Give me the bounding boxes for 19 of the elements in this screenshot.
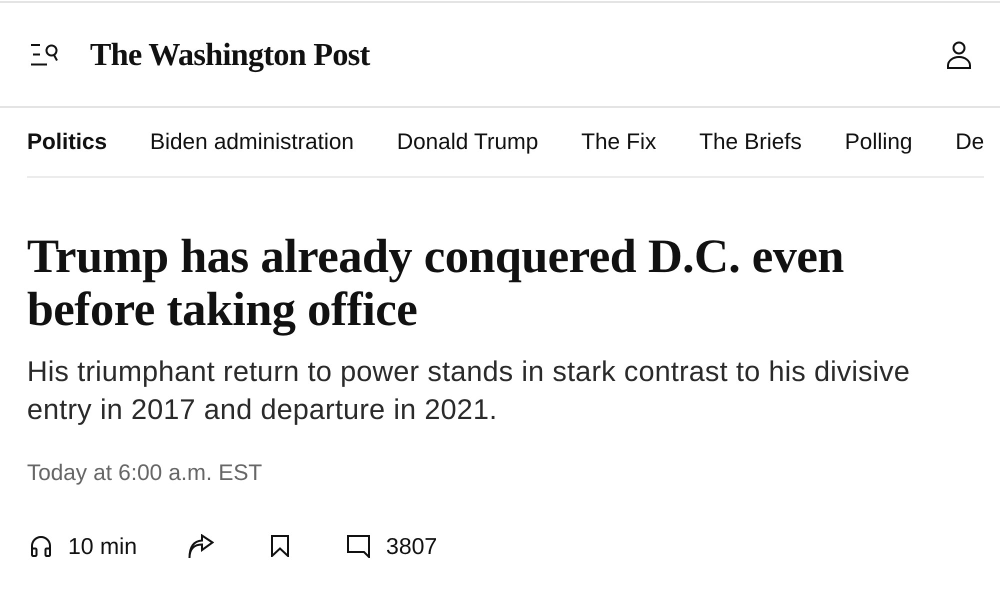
- section-tab[interactable]: The Fix: [581, 128, 656, 156]
- section-tab[interactable]: Biden administration: [150, 128, 354, 156]
- section-tab[interactable]: De: [955, 128, 984, 156]
- comments-button[interactable]: 3807: [347, 532, 438, 560]
- section-tab[interactable]: Donald Trump: [396, 128, 538, 156]
- timestamp: Today at 6:00 a.m. EST: [27, 460, 264, 486]
- subheadline: His triumphant return to power stands in stark contrast to his divisive entry in 2017 and departure in 2021.: [27, 355, 911, 428]
- section-tab[interactable]: The Briefs: [699, 128, 802, 156]
- section-tab[interactable]: Politics: [27, 128, 108, 156]
- headphones-icon: [30, 535, 52, 557]
- share-arrow-icon[interactable]: [188, 534, 214, 558]
- bookmark-icon[interactable]: [271, 535, 290, 557]
- listen-button[interactable]: 10 min: [30, 532, 138, 560]
- comment-icon: [347, 534, 370, 558]
- headline: Trump has already conquered D.C. even before taking office: [27, 230, 845, 336]
- logo[interactable]: The Washington Post: [90, 36, 370, 73]
- user-icon[interactable]: [946, 40, 972, 68]
- menu-search-icon[interactable]: [30, 43, 58, 66]
- section-tab[interactable]: Polling: [844, 128, 912, 156]
